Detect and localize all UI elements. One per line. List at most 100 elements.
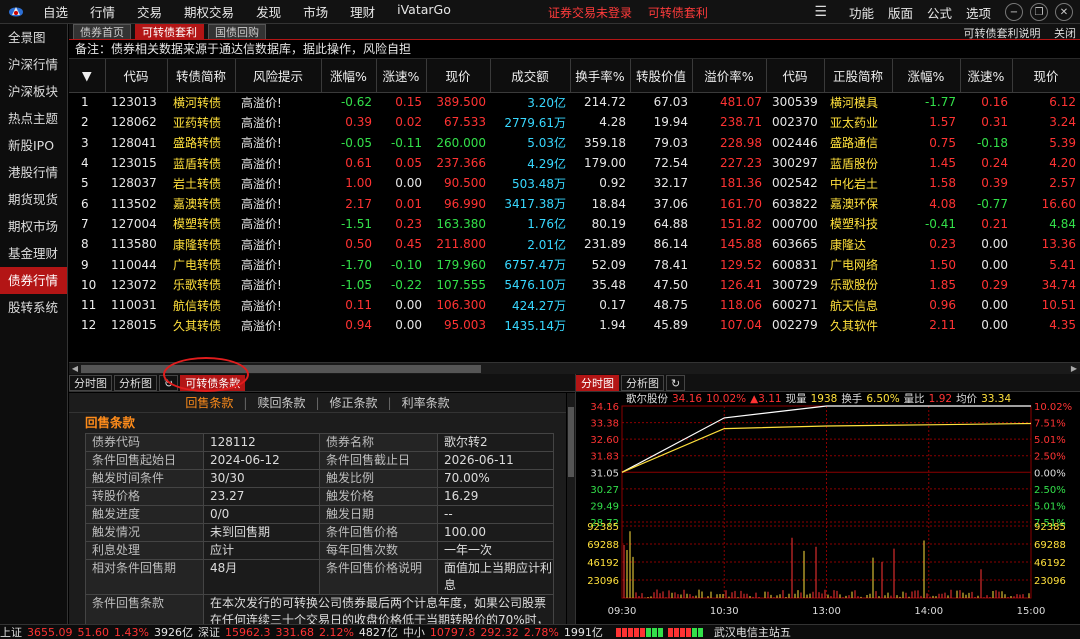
menu-item-ivatargo[interactable]: iVatarGo [397,2,451,21]
sidebar-item-futures-spot[interactable]: 期货现货 [0,186,67,213]
scrollbar-thumb[interactable] [81,365,481,373]
col-header-conversion-value[interactable]: 转股价值 [630,59,693,93]
menu-item-options-trade[interactable]: 期权交易 [184,2,234,21]
table-row[interactable]: 2 128062 亚药转债 高溢价! 0.39 0.02 67.533 2779.61万 4.2… [69,112,1080,132]
subtab-interest-clause[interactable]: 利率条款 [392,394,460,411]
bond-code-cell: 128015 [111,318,157,333]
table-row[interactable]: 3 128041 盛路转债 高溢价! -0.05 -0.11 260.000 5.03亿 359… [69,133,1080,153]
table-row[interactable]: 1 123013 横河转债 高溢价! -0.62 0.15 389.500 3.20亿 214.… [69,92,1080,112]
convertible-arbitrage-link[interactable]: 可转债套利 [648,6,708,20]
col-header-stock-name[interactable]: 正股简称 [824,59,893,93]
restore-icon[interactable]: ❐ [1030,3,1048,21]
change-pct-cell: -1.51 [340,216,372,231]
tab-chart-intraday[interactable]: 分时图 [576,374,619,391]
clause-vertical-scrollbar[interactable] [567,393,575,624]
sidebar-item-ipo[interactable]: 新股IPO [0,132,67,159]
table-row[interactable]: 4 123015 蓝盾转债 高溢价! 0.61 0.05 237.366 4.29亿 179.0… [69,153,1080,173]
menu-item-market[interactable]: 市场 [303,2,328,21]
conversion-value-cell: 64.88 [653,216,688,231]
col-header-code[interactable]: 代码 [105,59,168,93]
stock-name-cell: 久其软件 [830,318,879,333]
menu-item-discover[interactable]: 发现 [256,2,281,21]
tab-convertible-arbitrage[interactable]: 可转债套利 [135,24,204,39]
col-header-speed-pct[interactable]: 涨速% [376,59,427,93]
sidebar-item-sh-sz-quotes[interactable]: 沪深行情 [0,51,67,78]
main-content: 债券首页 可转债套利 国债回购 可转债套利说明 关闭 备注：债券相关数据来源于通… [69,24,1080,624]
col-header-turnover[interactable]: 换手率% [570,59,631,93]
stock-code-cell: 300539 [772,95,818,110]
stock-change-pct-cell: -0.41 [924,216,956,231]
table-row[interactable]: 6 113502 嘉澳转债 高溢价! 2.17 0.01 96.990 3417.38万 18.… [69,193,1080,213]
row-index-cell: 2 [81,115,89,130]
clause-key: 相对条件回售期 [85,559,204,595]
menu-item-finance[interactable]: 理财 [350,2,375,21]
table-row[interactable]: 12 128015 久其转债 高溢价! 0.94 0.00 95.003 1435.14万 1.… [69,315,1080,335]
table-row[interactable]: 10 123072 乐歌转债 高溢价! -1.05 -0.22 107.555 5476.10… [69,275,1080,295]
tab-bond-home[interactable]: 债券首页 [73,24,131,39]
col-header-stock-code[interactable]: 代码 [766,59,825,93]
menu-item-trade[interactable]: 交易 [137,2,162,21]
menu-item-quotes[interactable]: 行情 [90,2,115,21]
volume-axis-label: 69288 [1034,540,1066,551]
menu-item-layout[interactable]: 版面 [888,3,913,22]
col-header-risk[interactable]: 风险提示 [235,59,322,93]
bond-name-cell: 康隆转债 [173,237,222,252]
menu-item-watchlist[interactable]: 自选 [43,2,68,21]
col-header-stock-price[interactable]: 现价 [1012,59,1080,93]
subtab-revise-clause[interactable]: 修正条款 [320,394,388,411]
tab-intraday[interactable]: 分时图 [69,374,112,391]
amount-cell: 4.29亿 [527,156,566,171]
col-header-stock-speed-pct[interactable]: 涨速% [960,59,1013,93]
table-row[interactable]: 7 127004 模塑转债 高溢价! -1.51 0.23 163.380 1.76亿 80.1… [69,214,1080,234]
sidebar-item-options-market[interactable]: 期权市场 [0,213,67,240]
speed-pct-cell: -0.11 [390,135,422,150]
subtab-redeem-clause[interactable]: 赎回条款 [247,394,315,411]
close-icon[interactable]: ✕ [1055,3,1073,21]
clause-value: 面值加上当期应计利息 [437,559,554,595]
col-header-price[interactable]: 现价 [426,59,491,93]
clause-value: 2026-06-11 [437,451,554,470]
sme-index-pct: 2.78% [523,625,559,639]
table-row[interactable]: 9 110044 广电转债 高溢价! -1.70 -0.10 179.960 6757.47万… [69,254,1080,274]
close-panel-link[interactable]: 关闭 [1054,27,1076,40]
sidebar-item-neeq[interactable]: 股转系统 [0,294,67,321]
col-header-change-pct[interactable]: 涨幅% [321,59,377,93]
trade-login-status-link[interactable]: 证券交易未登录 [548,6,632,20]
arbitrage-help-link[interactable]: 可转债套利说明 [964,27,1041,40]
stock-code-cell: 603822 [772,196,818,211]
sidebar-item-hot-topics[interactable]: 热点主题 [0,105,67,132]
tab-treasury-repo[interactable]: 国债回购 [208,24,266,39]
intraday-chart[interactable]: 歌尔股份 34.16 10.02% ▲3.11 现量 1938 换手 6.50% 量比 1.92 均… [576,392,1080,624]
scroll-left-icon[interactable]: ◀ [69,363,81,374]
col-header-stock-change-pct[interactable]: 涨幅% [892,59,961,93]
sidebar-item-hk-quotes[interactable]: 港股行情 [0,159,67,186]
sidebar-item-sh-sz-sectors[interactable]: 沪深板块 [0,78,67,105]
sort-menu-icon[interactable]: ▼ [69,59,106,93]
list-menu-icon[interactable]: ☰ [814,4,827,20]
clause-row: 条件回售条款 在本次发行的可转换公司债券最后两个计息年度，如果公司股票在任何连续三… [85,594,554,624]
menu-item-options[interactable]: 选项 [966,3,991,22]
sidebar-item-bond-quotes[interactable]: 债券行情 [0,267,67,294]
stock-price-cell: 5.41 [1049,257,1076,272]
tab-chart-analysis[interactable]: 分析图 [621,374,664,391]
menubar: 自选 行情 交易 期权交易 发现 市场 理财 iVatarGo 证券交易未登录 … [0,0,1080,24]
col-header-premium-rate[interactable]: 溢价率% [692,59,767,93]
sidebar-item-funds[interactable]: 基金理财 [0,240,67,267]
clause-key: 条件回售价格 [319,523,438,542]
tab-analysis[interactable]: 分析图 [114,374,157,391]
menu-item-formula[interactable]: 公式 [927,3,952,22]
sidebar-item-panorama[interactable]: 全景图 [0,24,67,51]
table-row[interactable]: 5 128037 岩土转债 高溢价! 1.00 0.00 90.500 503.48万 0.92… [69,173,1080,193]
table-row[interactable]: 8 113580 康隆转债 高溢价! 0.50 0.45 211.800 2.01亿 231.8… [69,234,1080,254]
scrollbar-thumb[interactable] [568,407,574,477]
col-header-amount[interactable]: 成交额 [490,59,571,93]
subtab-put-clause[interactable]: 回售条款 [175,394,243,411]
col-header-bond-name[interactable]: 转债简称 [167,59,236,93]
market-breadth-bars [615,627,704,637]
refresh-icon[interactable]: ↻ [666,374,686,391]
stock-price-cell: 3.24 [1049,115,1076,130]
minimize-icon[interactable]: − [1005,3,1023,21]
table-row[interactable]: 11 110031 航信转债 高溢价! 0.11 0.00 106.300 424.27万 0.… [69,295,1080,315]
scroll-right-icon[interactable]: ▶ [1068,363,1080,374]
menu-item-functions[interactable]: 功能 [849,3,874,22]
